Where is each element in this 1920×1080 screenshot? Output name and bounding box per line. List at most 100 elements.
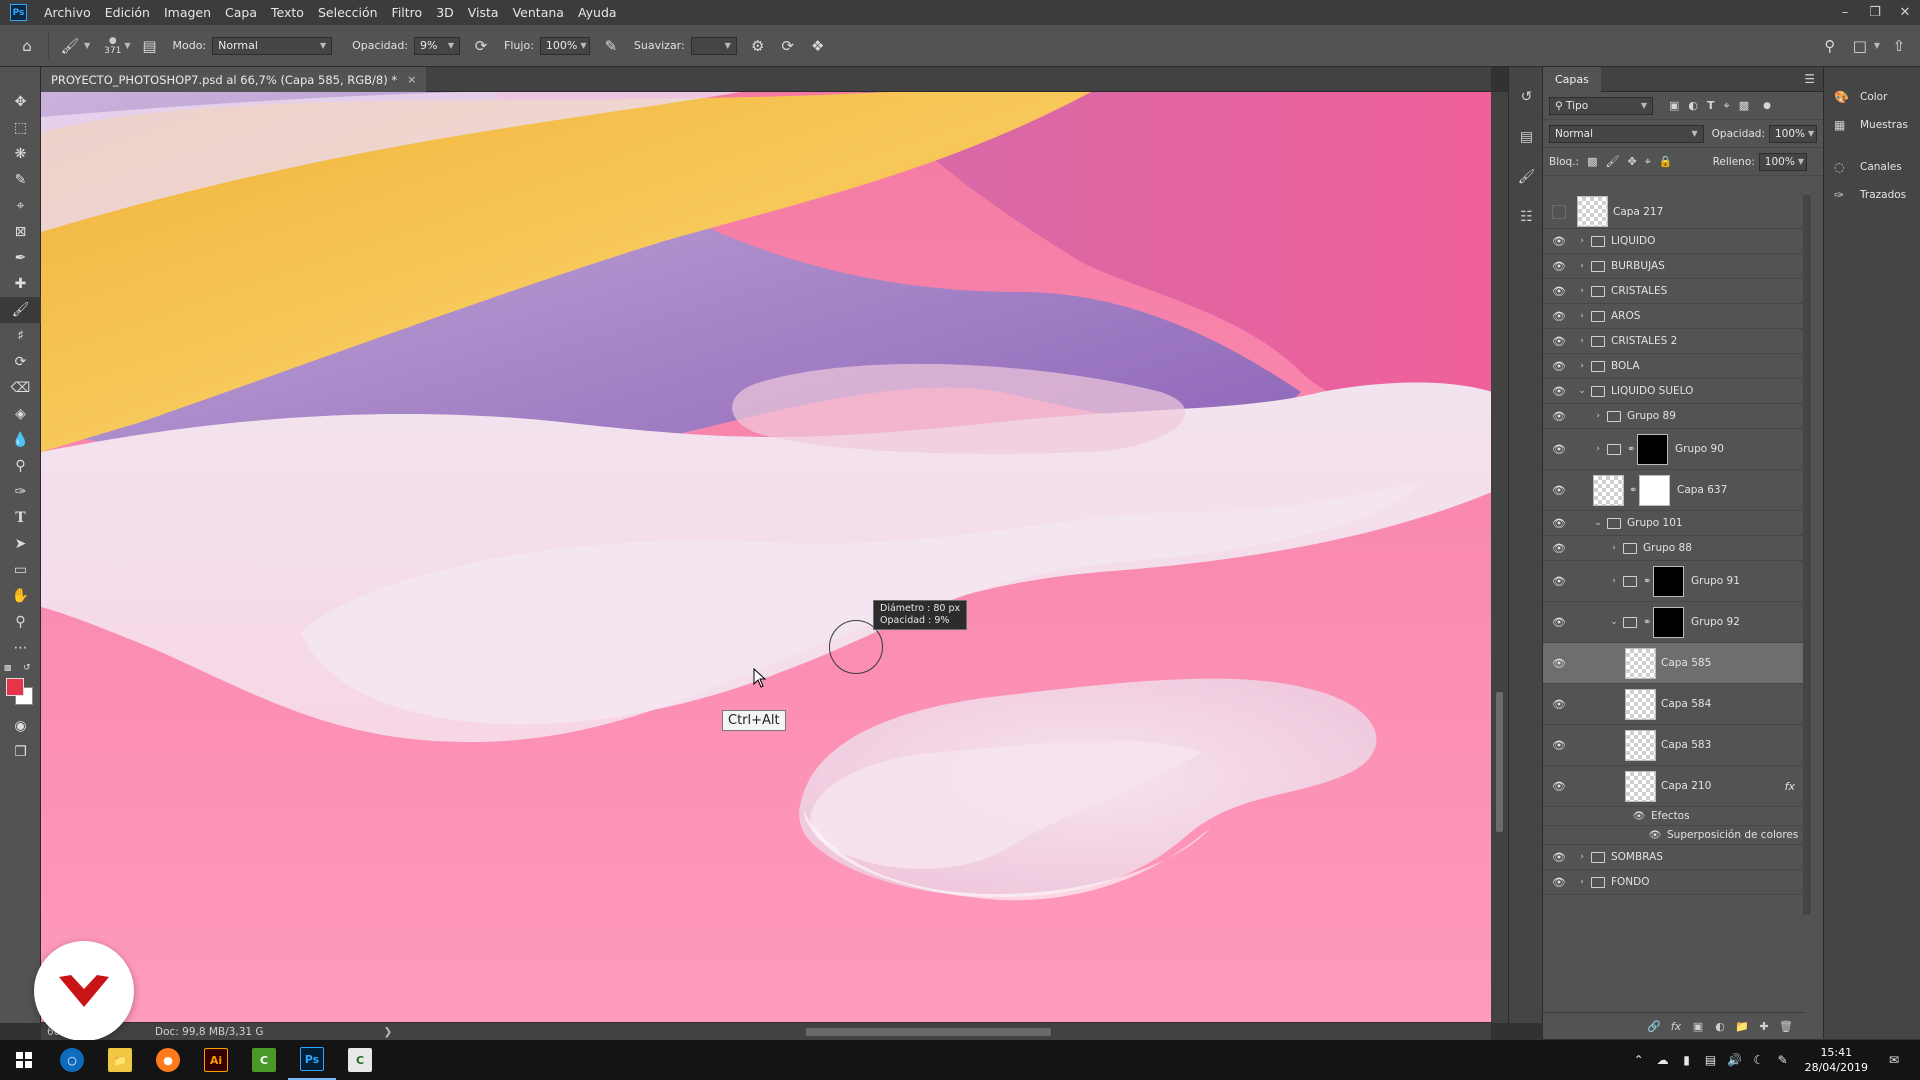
lock-all-icon[interactable]: 🔒 xyxy=(1659,155,1673,168)
properties-panel-icon[interactable]: ▤ xyxy=(1509,117,1544,157)
menu-texto[interactable]: Texto xyxy=(264,0,311,25)
canvas-artwork[interactable] xyxy=(41,92,1491,1022)
layer-row[interactable]: 👁 ⚭ Capa 637 xyxy=(1543,470,1805,511)
layer-thumbnail[interactable] xyxy=(1625,647,1656,679)
layer-row[interactable]: 👁 Capa 583 xyxy=(1543,725,1805,766)
swap-colors-icon[interactable]: ↺ xyxy=(23,663,31,673)
mode-select[interactable]: Normal ▼ xyxy=(212,36,333,55)
add-mask-icon[interactable]: ▣ xyxy=(1687,1020,1709,1033)
layer-row[interactable]: 👁 › ⚭ Grupo 91 xyxy=(1543,561,1805,602)
eye-icon[interactable]: 👁 xyxy=(1551,335,1567,348)
layer-thumbnail[interactable] xyxy=(1625,688,1656,720)
panel-color[interactable]: 🎨 Color xyxy=(1824,83,1920,111)
layer-filter-select[interactable]: ⚲ Tipo ▼ xyxy=(1549,96,1653,115)
brush-tool-icon[interactable]: 🖌 xyxy=(59,35,81,57)
taskbar-clock[interactable]: 15:41 28/04/2019 xyxy=(1805,1045,1868,1075)
chevron-down-icon[interactable]: ⌄ xyxy=(1593,518,1603,528)
mask-link-icon[interactable]: ⚭ xyxy=(1643,576,1651,587)
layer-row[interactable]: 👁 Capa 210 fx xyxy=(1543,766,1805,807)
chevron-right-icon[interactable]: › xyxy=(1609,543,1619,553)
lasso-tool-icon[interactable]: ❋ xyxy=(0,141,41,167)
menu-ventana[interactable]: Ventana xyxy=(506,0,571,25)
layer-row[interactable]: 👁 › SOMBRAS xyxy=(1543,845,1805,870)
status-arrow-icon[interactable]: ❯ xyxy=(384,1026,393,1038)
battery-icon[interactable]: ▮ xyxy=(1675,1053,1699,1067)
layer-thumbnail[interactable] xyxy=(1577,196,1608,227)
new-layer-icon[interactable]: ✚ xyxy=(1753,1020,1775,1033)
layer-row[interactable]: 👁 › BOLA xyxy=(1543,354,1805,379)
network-icon[interactable]: ▤ xyxy=(1699,1053,1723,1067)
chevron-right-icon[interactable]: › xyxy=(1577,852,1587,862)
smooth-input[interactable]: ▼ xyxy=(690,36,737,55)
layer-effect-row[interactable]: 👁 Superposición de colores xyxy=(1543,826,1805,845)
mask-link-icon[interactable]: ⚭ xyxy=(1627,444,1635,455)
eye-icon[interactable]: 👁 xyxy=(1551,616,1567,629)
menu-3d[interactable]: 3D xyxy=(429,0,461,25)
more-tools-icon[interactable]: ⋯ xyxy=(0,635,41,661)
lock-position-icon[interactable]: ✥ xyxy=(1627,155,1636,168)
crop-tool-icon[interactable]: ⌖ xyxy=(0,193,41,219)
eye-icon[interactable]: 👁 xyxy=(1551,385,1567,398)
search-icon[interactable]: ⚲ xyxy=(1819,35,1841,57)
flow-input[interactable]: 100% ▼ xyxy=(539,36,590,55)
notifications-icon[interactable]: ✉ xyxy=(1882,1053,1906,1067)
eye-icon[interactable]: 👁 xyxy=(1551,484,1567,497)
minimize-icon[interactable]: – xyxy=(1830,0,1860,25)
eye-icon[interactable]: 👁 xyxy=(1551,851,1567,864)
document-tab[interactable]: PROYECTO_PHOTOSHOP7.psd al 66,7% (Capa 5… xyxy=(41,67,427,92)
healing-brush-tool-icon[interactable]: ✚ xyxy=(0,271,41,297)
wifi-icon[interactable]: ☾ xyxy=(1747,1053,1771,1067)
brush-settings-panel-icon[interactable]: ▤ xyxy=(139,35,161,57)
quick-mask-icon[interactable]: ◉ xyxy=(0,713,41,739)
home-icon[interactable]: ⌂ xyxy=(16,35,38,57)
chevron-right-icon[interactable]: › xyxy=(1577,361,1587,371)
vertical-scrollbar-thumb[interactable] xyxy=(1496,692,1503,832)
layer-row[interactable]: 👁 ⌄ ⚭ Grupo 92 xyxy=(1543,602,1805,643)
mask-link-icon[interactable]: ⚭ xyxy=(1643,617,1651,628)
camtasia-icon[interactable]: C xyxy=(240,1040,288,1080)
layer-effect-row[interactable]: 👁 Efectos xyxy=(1543,807,1805,826)
eye-icon[interactable]: 👁 xyxy=(1551,575,1567,588)
onedrive-icon[interactable]: ☁ xyxy=(1651,1053,1675,1067)
pen-workspace-icon[interactable]: ✎ xyxy=(1771,1053,1795,1067)
photoshop-taskbar-icon[interactable]: Ps xyxy=(288,1040,336,1080)
chevron-right-icon[interactable]: › xyxy=(1577,261,1587,271)
symmetry-icon[interactable]: ❖ xyxy=(807,35,829,57)
eye-icon[interactable]: 👁 xyxy=(1551,657,1567,670)
lock-transparency-icon[interactable]: ▩ xyxy=(1587,155,1597,168)
screen-mode-icon[interactable]: ❐ xyxy=(0,739,41,765)
eye-icon[interactable]: 👁 xyxy=(1551,235,1567,248)
fill-input[interactable]: 100% ▼ xyxy=(1758,152,1807,171)
layer-blend-mode-select[interactable]: Normal ▼ xyxy=(1549,124,1704,143)
chevron-down-icon[interactable]: ▼ xyxy=(124,41,130,50)
filter-toggle-icon[interactable]: ● xyxy=(1763,101,1771,111)
menu-seleccion[interactable]: Selección xyxy=(311,0,385,25)
panel-menu-icon[interactable]: ☰ xyxy=(1804,72,1815,86)
frame-tool-icon[interactable]: ⊠ xyxy=(0,219,41,245)
menu-ayuda[interactable]: Ayuda xyxy=(571,0,624,25)
chevron-right-icon[interactable]: › xyxy=(1577,236,1587,246)
chevron-down-icon[interactable]: ⌄ xyxy=(1609,617,1619,627)
workspace-icon[interactable]: □ xyxy=(1849,35,1871,57)
layer-row[interactable]: 👁 › Grupo 89 xyxy=(1543,404,1805,429)
mask-link-icon[interactable]: ⚭ xyxy=(1629,485,1637,496)
brush-panel-icon[interactable]: 🖌 xyxy=(1509,157,1544,197)
adjustments-panel-icon[interactable]: ☷ xyxy=(1509,197,1544,237)
restore-icon[interactable]: ❐ xyxy=(1860,0,1890,25)
chevron-right-icon[interactable]: › xyxy=(1577,336,1587,346)
history-brush-tool-icon[interactable]: ⟳ xyxy=(0,349,41,375)
layer-row[interactable]: 👁 ⌄ LIQUIDO SUELO xyxy=(1543,379,1805,404)
type-tool-icon[interactable]: T xyxy=(0,505,41,531)
menu-vista[interactable]: Vista xyxy=(461,0,506,25)
firefox-icon[interactable]: ● xyxy=(144,1040,192,1080)
pressure-opacity-icon[interactable]: ⟳ xyxy=(470,35,492,57)
foreground-color-swatch[interactable] xyxy=(6,678,24,696)
menu-edicion[interactable]: Edición xyxy=(98,0,157,25)
filter-adjustment-icon[interactable]: ◐ xyxy=(1688,99,1698,112)
close-tab-icon[interactable]: × xyxy=(407,73,416,86)
zoom-tool-icon[interactable]: ⚲ xyxy=(0,609,41,635)
eraser-tool-icon[interactable]: ⌫ xyxy=(0,375,41,401)
layer-thumbnail[interactable] xyxy=(1625,770,1656,802)
file-explorer-icon[interactable]: 📁 xyxy=(96,1040,144,1080)
eye-icon[interactable]: 👁 xyxy=(1551,780,1567,793)
